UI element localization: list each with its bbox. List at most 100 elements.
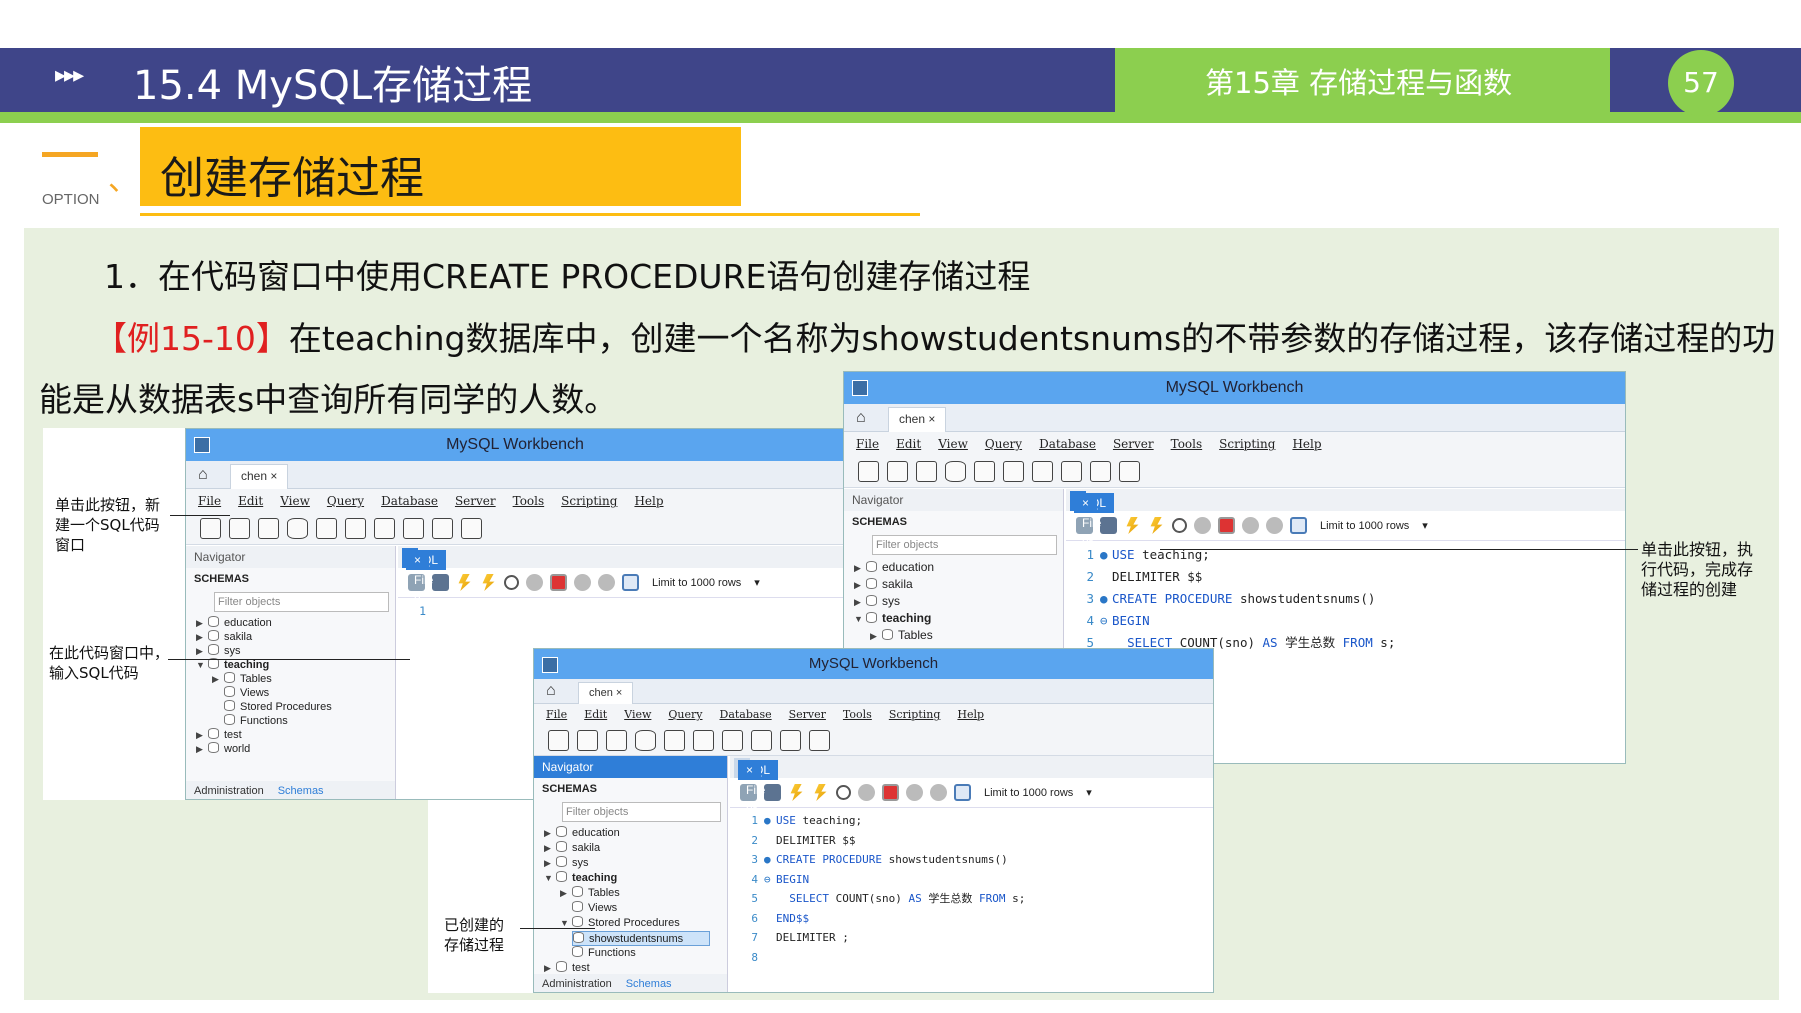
tree-item-teaching[interactable]: ▼ teaching (196, 658, 395, 672)
tree-item-stored-procedures[interactable]: Stored Procedures (196, 700, 395, 714)
create-procedure-icon[interactable] (374, 518, 395, 539)
menu-scripting[interactable]: Scripting (889, 708, 941, 721)
create-procedure-icon[interactable] (1032, 461, 1053, 482)
search-table-data-icon[interactable] (780, 730, 801, 751)
tree-item-tables[interactable]: ▶ Tables (544, 886, 727, 901)
tree-item-education[interactable]: ▶ education (854, 559, 1063, 576)
tree-item-education[interactable]: ▶ education (196, 616, 395, 630)
tree-item-views[interactable]: Views (196, 686, 395, 700)
tree-item-sakila[interactable]: ▶ sakila (544, 841, 727, 856)
menu-help[interactable]: Help (634, 494, 663, 508)
save-icon[interactable] (432, 574, 449, 591)
tree-item-tables[interactable]: ▶ Tables (854, 627, 1063, 644)
explain-icon[interactable] (504, 575, 519, 590)
menu-help[interactable]: Help (957, 708, 984, 721)
menu-tools[interactable]: Tools (843, 708, 872, 721)
menu-server[interactable]: Server (1113, 437, 1154, 451)
open-sql-script-icon[interactable] (229, 518, 250, 539)
commit-icon[interactable] (906, 784, 923, 801)
limit-rows-select[interactable]: Limit to 1000 rows (646, 577, 747, 589)
create-view-icon[interactable] (345, 518, 366, 539)
connection-tab[interactable]: chen × (230, 464, 289, 489)
create-table-icon[interactable] (974, 461, 995, 482)
administration-tab[interactable]: Administration (542, 978, 612, 990)
create-function-icon[interactable] (403, 518, 424, 539)
code-area[interactable]: 1 (398, 598, 844, 622)
menu-database[interactable]: Database (720, 708, 772, 721)
tree-item-test[interactable]: ▶ test (196, 728, 395, 742)
explain-icon[interactable] (1172, 518, 1187, 533)
home-icon[interactable]: ⌂ (856, 409, 878, 427)
schemas-tab[interactable]: Schemas (278, 785, 324, 797)
stop-icon[interactable] (858, 784, 875, 801)
menu-file[interactable]: File (856, 437, 879, 451)
menu-tools[interactable]: Tools (513, 494, 545, 508)
home-icon[interactable]: ⌂ (198, 466, 220, 484)
code-area[interactable]: 1 ● USE teaching; 2 DELIMITER $$ 3 ● CREATE P… (1066, 541, 1625, 654)
rollback-icon[interactable] (1266, 517, 1283, 534)
chevron-down-icon[interactable]: ▾ (1086, 786, 1092, 799)
menu-scripting[interactable]: Scripting (1219, 437, 1275, 451)
menu-edit[interactable]: Edit (584, 708, 607, 721)
filter-objects-input[interactable]: Filter objects (214, 592, 389, 612)
tree-item-functions[interactable]: Functions (196, 714, 395, 728)
create-table-icon[interactable] (664, 730, 685, 751)
tree-item-sys[interactable]: ▶ sys (544, 856, 727, 871)
toggle-error-icon[interactable] (882, 784, 899, 801)
autocommit-icon[interactable] (622, 574, 639, 591)
limit-rows-select[interactable]: Limit to 1000 rows (1314, 520, 1415, 532)
tree-item-functions[interactable]: Functions (544, 946, 727, 961)
new-sql-tab-icon[interactable] (858, 461, 879, 482)
create-schema-icon[interactable] (945, 461, 966, 482)
menu-view[interactable]: View (938, 437, 968, 451)
autocommit-icon[interactable] (1290, 517, 1307, 534)
save-icon[interactable] (764, 784, 781, 801)
menu-query[interactable]: Query (985, 437, 1022, 451)
rollback-icon[interactable] (930, 784, 947, 801)
new-sql-tab-icon[interactable] (200, 518, 221, 539)
menu-database[interactable]: Database (1039, 437, 1096, 451)
reconnect-icon[interactable] (809, 730, 830, 751)
create-function-icon[interactable] (1061, 461, 1082, 482)
tree-item-sys[interactable]: ▶ sys (196, 644, 395, 658)
home-icon[interactable]: ⌂ (546, 682, 568, 700)
reconnect-icon[interactable] (461, 518, 482, 539)
tree-item-teaching[interactable]: ▼ teaching (544, 871, 727, 886)
filter-objects-input[interactable]: Filter objects (872, 535, 1057, 555)
connection-tab[interactable]: chen × (888, 407, 947, 432)
menu-query[interactable]: Query (327, 494, 364, 508)
search-table-data-icon[interactable] (1090, 461, 1111, 482)
menu-view[interactable]: View (624, 708, 651, 721)
chevron-down-icon[interactable]: ▾ (754, 576, 760, 589)
menu-edit[interactable]: Edit (896, 437, 921, 451)
execute-current-icon[interactable] (1150, 517, 1163, 534)
menu-server[interactable]: Server (455, 494, 496, 508)
menu-server[interactable]: Server (789, 708, 826, 721)
inspector-icon[interactable] (606, 730, 627, 751)
new-sql-tab-icon[interactable] (548, 730, 569, 751)
create-function-icon[interactable] (751, 730, 772, 751)
search-table-data-icon[interactable] (432, 518, 453, 539)
tree-item-education[interactable]: ▶ education (544, 826, 727, 841)
tree-item-sakila[interactable]: ▶ sakila (196, 630, 395, 644)
tree-item-showstudentsnums[interactable]: showstudentsnums (572, 931, 710, 946)
filter-objects-input[interactable]: Filter objects (562, 802, 721, 822)
open-sql-script-icon[interactable] (577, 730, 598, 751)
create-view-icon[interactable] (693, 730, 714, 751)
tree-item-sakila[interactable]: ▶ sakila (854, 576, 1063, 593)
tree-item-world[interactable]: ▶ world (196, 742, 395, 756)
sql-file-tab[interactable]: SQL File 8* × (734, 758, 778, 817)
limit-rows-select[interactable]: Limit to 1000 rows (978, 787, 1079, 799)
stop-icon[interactable] (1194, 517, 1211, 534)
toggle-error-icon[interactable] (1218, 517, 1235, 534)
menu-edit[interactable]: Edit (238, 494, 263, 508)
reconnect-icon[interactable] (1119, 461, 1140, 482)
commit-icon[interactable] (574, 574, 591, 591)
rollback-icon[interactable] (598, 574, 615, 591)
tree-item-views[interactable]: Views (544, 901, 727, 916)
menu-view[interactable]: View (280, 494, 310, 508)
inspector-icon[interactable] (258, 518, 279, 539)
menu-tools[interactable]: Tools (1171, 437, 1203, 451)
create-procedure-icon[interactable] (722, 730, 743, 751)
menu-database[interactable]: Database (381, 494, 438, 508)
